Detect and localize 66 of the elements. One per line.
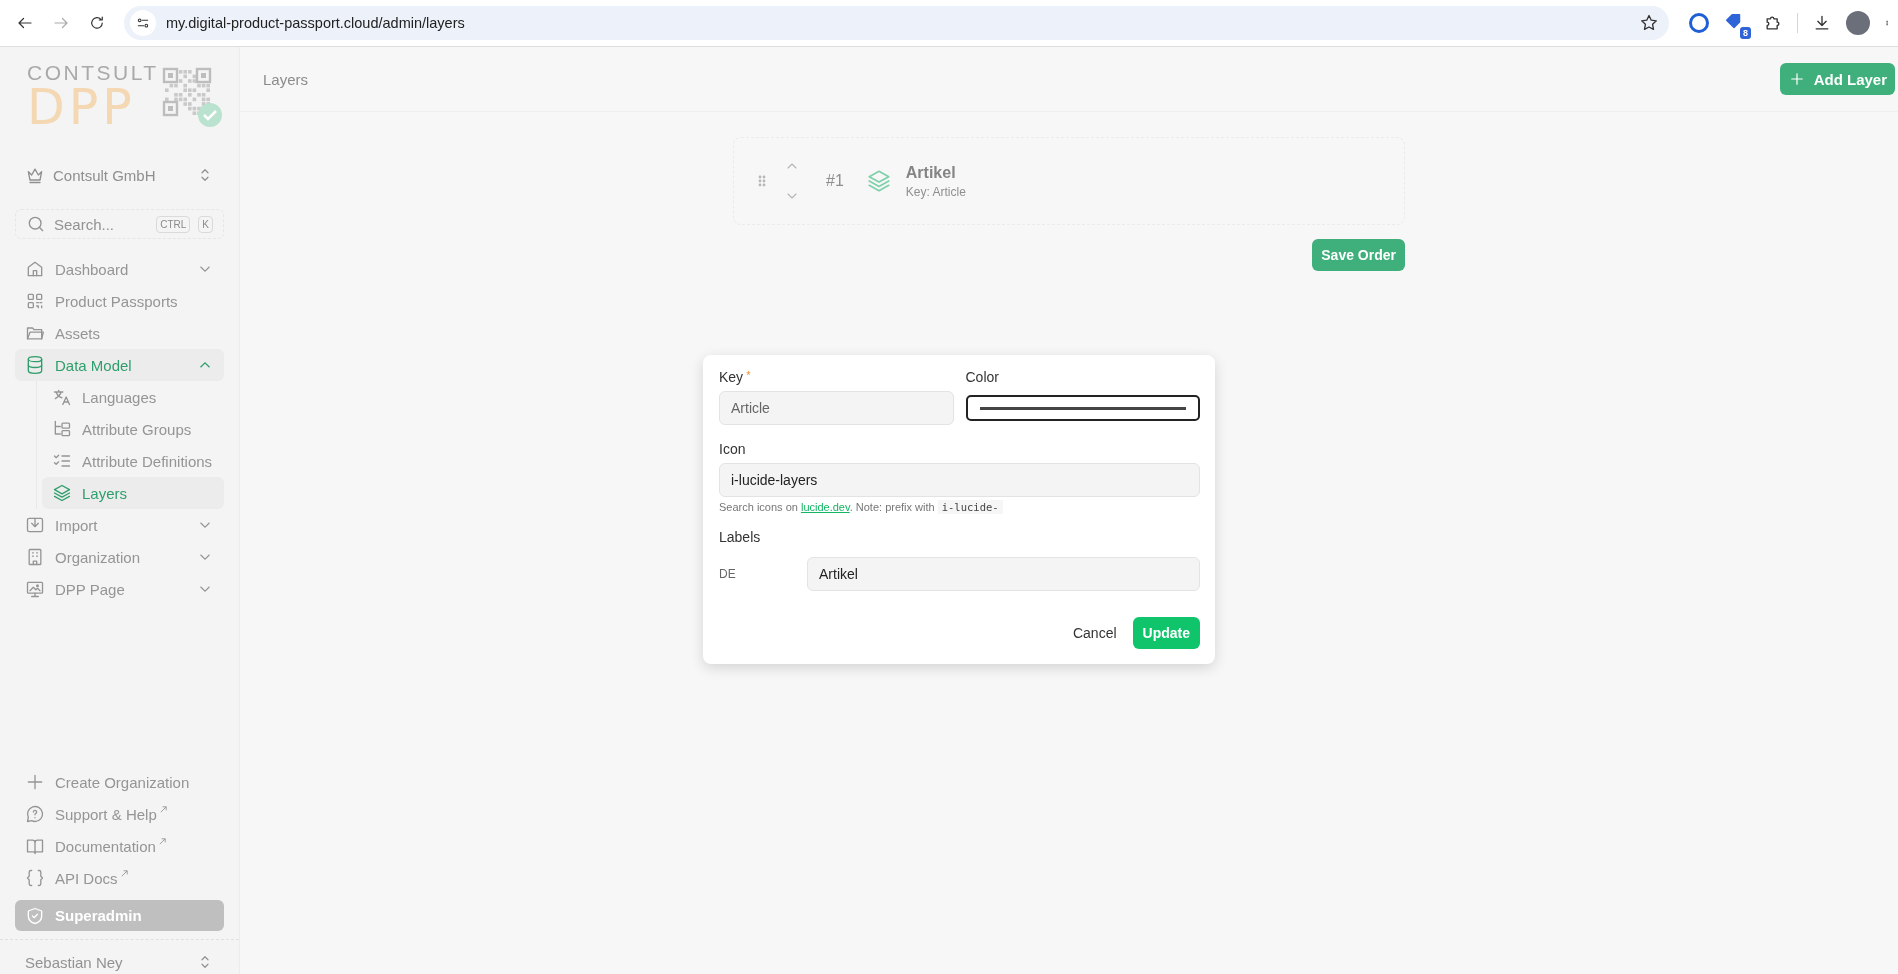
page-title: Layers bbox=[263, 70, 309, 88]
lucide-link[interactable]: lucide.dev bbox=[800, 501, 850, 513]
plus-icon bbox=[25, 772, 45, 792]
extension-badge: 8 bbox=[1740, 27, 1751, 39]
reload-icon bbox=[88, 14, 106, 32]
shield-check-icon bbox=[25, 905, 45, 926]
color-input[interactable] bbox=[965, 395, 1200, 421]
search-icon bbox=[26, 214, 46, 234]
database-icon bbox=[25, 355, 45, 375]
help-text: Search icons on lucide.dev. Note: prefix with i-lucide- bbox=[719, 501, 1200, 513]
icon-input[interactable]: i-lucide-layers bbox=[719, 463, 1200, 497]
braces-icon bbox=[25, 868, 45, 888]
sidebar-link[interactable]: Support & Help bbox=[0, 798, 239, 830]
sidebar-item[interactable]: Assets bbox=[15, 317, 224, 349]
add-layer-button[interactable]: Add Layer bbox=[1779, 63, 1895, 95]
keyboard-key: CTRL bbox=[156, 215, 191, 233]
key-input[interactable]: Article bbox=[719, 391, 954, 425]
layer-name: Artikel bbox=[905, 163, 957, 182]
password-extension-icon[interactable] bbox=[1689, 13, 1709, 33]
translate-icon bbox=[52, 387, 72, 407]
qr-code-icon bbox=[25, 291, 45, 311]
star-icon bbox=[1639, 13, 1659, 33]
layers-icon bbox=[865, 168, 892, 194]
help-bubble-icon bbox=[25, 804, 45, 824]
search-field[interactable]: Search... CTRL K bbox=[15, 209, 224, 239]
save-order-button[interactable]: Save Order bbox=[1312, 239, 1405, 271]
download-icon bbox=[25, 515, 45, 535]
organization-switcher[interactable]: Contsult GmbH bbox=[0, 159, 239, 191]
section-label: Labels bbox=[719, 529, 762, 545]
field-label: Color bbox=[965, 369, 1000, 385]
sidebar-item[interactable]: Dashboard bbox=[15, 253, 224, 285]
url-text: my.digital-product-passport.cloud/admin/layers bbox=[166, 15, 466, 31]
sidebar-item[interactable]: Layers bbox=[42, 477, 224, 509]
qr-code-check-drawing bbox=[160, 66, 223, 128]
cancel-button[interactable]: Cancel bbox=[1070, 619, 1119, 647]
keyboard-key: K bbox=[198, 215, 213, 233]
superadmin-button[interactable]: Superadmin bbox=[15, 900, 224, 931]
sidebar-item[interactable]: Attribute Groups bbox=[42, 413, 224, 445]
layer-number: #1 bbox=[826, 172, 844, 190]
language-code: DE bbox=[719, 567, 737, 581]
sidebar-item[interactable]: Data Model bbox=[15, 349, 224, 381]
sidebar-link[interactable]: Documentation bbox=[0, 830, 239, 862]
folder-tree-icon bbox=[52, 419, 72, 439]
label-input[interactable]: Artikel bbox=[807, 557, 1200, 591]
field-label: Key * bbox=[719, 369, 752, 385]
sidebar-item[interactable]: Product Passports bbox=[15, 285, 224, 317]
layers-icon bbox=[52, 483, 72, 503]
layer-key: Key: Article bbox=[905, 184, 966, 199]
image-monitor-icon bbox=[25, 579, 45, 599]
profile-avatar[interactable] bbox=[1846, 11, 1870, 35]
sidebar-link[interactable]: API Docs bbox=[0, 862, 239, 894]
home-icon bbox=[25, 259, 45, 279]
site-settings-button[interactable] bbox=[130, 10, 156, 36]
sidebar-item[interactable]: Import bbox=[15, 509, 224, 541]
sliders-icon bbox=[135, 15, 151, 31]
sidebar-item[interactable]: Attribute Definitions bbox=[42, 445, 224, 477]
update-button[interactable]: Update bbox=[1132, 617, 1200, 649]
logo-title: DPP bbox=[27, 84, 136, 132]
sidebar-link[interactable]: Create Organization bbox=[0, 766, 239, 798]
address-bar[interactable]: my.digital-product-passport.cloud/admin/layers bbox=[124, 6, 1669, 40]
sidebar-item[interactable]: DPP Page bbox=[15, 573, 224, 605]
user-menu[interactable]: Sebastian Ney bbox=[0, 940, 239, 974]
sidebar-item[interactable]: Organization bbox=[15, 541, 224, 573]
sidebar-item[interactable]: Languages bbox=[42, 381, 224, 413]
logo-wordmark: CONTSULT bbox=[27, 62, 159, 84]
field-label: Icon bbox=[719, 441, 747, 457]
